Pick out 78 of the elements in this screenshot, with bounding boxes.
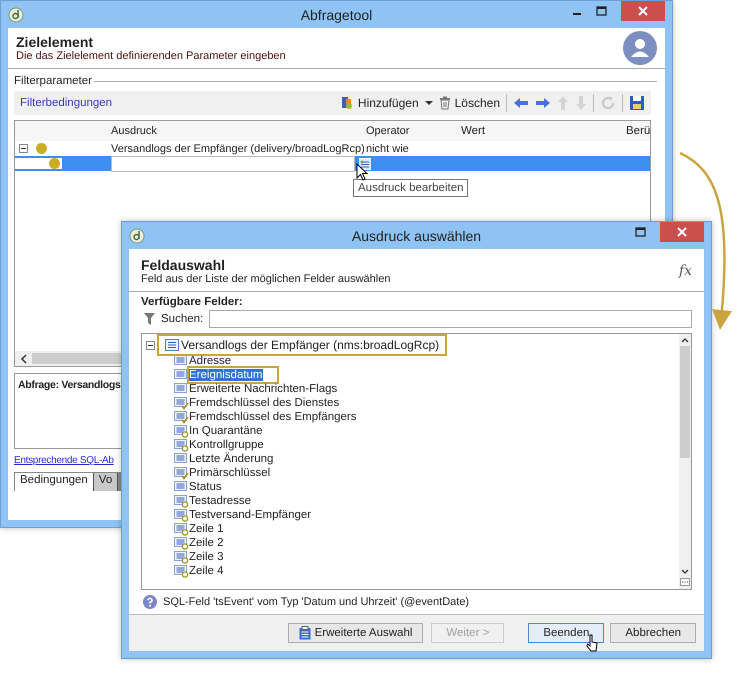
tree-item[interactable]: Zeile 2 [189, 537, 224, 549]
status-dot [49, 158, 60, 169]
add-button[interactable]: Hinzufügen [340, 96, 419, 110]
add-icon [340, 96, 354, 110]
status-text: SQL-Feld 'tsEvent' vom Typ 'Datum und Uhrzeit' (@eventDate) [163, 596, 470, 608]
dialog-title: Ausdruck auswählen [352, 228, 482, 244]
tree-item[interactable]: Erweiterte Nachrichten-Flags [189, 383, 338, 395]
tree-item[interactable]: Testadresse [189, 495, 252, 507]
more-icon[interactable] [680, 578, 690, 586]
search-field[interactable] [209, 310, 692, 328]
close-icon [638, 6, 648, 16]
close-icon [677, 227, 687, 237]
table-cell-text: nicht wie [366, 142, 410, 154]
scrollbar-thumb[interactable] [680, 346, 690, 458]
column-header[interactable]: Operator [366, 125, 461, 137]
app-icon [129, 228, 145, 244]
fields-label: Verfügbare Felder: [141, 296, 244, 308]
expression-input[interactable] [111, 156, 355, 172]
right-arrow-icon[interactable] [535, 97, 551, 109]
tree-item[interactable]: Status [189, 481, 222, 493]
function-label: fx [678, 263, 692, 279]
collapse-icon[interactable] [19, 144, 28, 153]
caret-icon[interactable] [424, 100, 433, 106]
tab[interactable]: Vo [94, 473, 118, 491]
header-subtitle: Feld aus der Liste der möglichen Felder auswählen [141, 273, 390, 285]
tree-item[interactable]: Adresse [189, 355, 232, 367]
tree-item[interactable]: Kontrollgruppe [189, 439, 264, 451]
tree-item[interactable]: Fremdschlüssel des Empfängers [189, 411, 356, 423]
tree-item[interactable]: Zeile 4 [189, 565, 224, 577]
maximize-icon[interactable] [596, 6, 607, 16]
close-button[interactable] [621, 1, 665, 21]
trash-icon [438, 96, 451, 110]
header-subtitle: Die das Zielelement definierenden Parameter eingeben [16, 50, 286, 62]
tree-item[interactable]: Fremdschlüssel des Dienstes [189, 397, 340, 409]
header-title: Feldauswahl [141, 257, 226, 273]
collapse-icon[interactable] [146, 340, 155, 350]
dialog-button[interactable]: Erweiterte Auswahl [288, 623, 424, 643]
tree-item[interactable]: Zeile 3 [189, 551, 224, 563]
search-label: Suchen: [161, 313, 204, 325]
table-cell: Versandlogs der Empfänger (delivery/broadLogRcp) [111, 142, 366, 154]
scroll-down-icon[interactable] [681, 569, 689, 575]
section-label: Filterparameter [14, 75, 92, 87]
status-dot [36, 143, 47, 154]
save-icon[interactable] [629, 95, 645, 111]
left-arrow-icon[interactable] [513, 97, 529, 109]
close-button[interactable] [660, 222, 704, 242]
window-title: Abfragetool [300, 6, 372, 22]
filter-icon [144, 313, 155, 325]
help-icon [143, 595, 157, 609]
scroll-left-icon[interactable] [20, 354, 28, 364]
filter-tab[interactable]: Filterbedingungen [20, 97, 112, 109]
cursor-icon [356, 163, 368, 181]
maximize-icon[interactable] [635, 227, 646, 237]
clipboard-icon [298, 626, 311, 640]
header-title: Zielelement [16, 34, 94, 50]
edit-expression-icon[interactable] [359, 158, 371, 170]
app-icon [8, 7, 24, 23]
query-label: Abfrage: Versandlogs [18, 379, 121, 391]
column-header[interactable]: Wert [461, 125, 626, 137]
tooltip: Ausdruck bearbeiten [353, 179, 468, 197]
tree-item[interactable]: Versandlogs der Empfänger (nms:broadLogRcp) [157, 334, 448, 356]
column-header[interactable]: Ausdruck [111, 125, 366, 137]
tree-item[interactable]: Letzte Änderung [189, 453, 274, 465]
tree-item[interactable]: Primärschlüssel [189, 467, 270, 479]
sql-link[interactable]: Entsprechende SQL-Ab [14, 455, 114, 466]
tree-item[interactable]: Testversand-Empfänger [189, 509, 312, 521]
tree-item[interactable]: Ereignisdatum [187, 366, 279, 384]
tree-item[interactable]: In Quarantäne [189, 425, 263, 437]
dialog-button[interactable]: Abbrechen [610, 623, 696, 643]
scrollbar-thumb[interactable] [32, 353, 122, 364]
tab[interactable]: Bedingungen [15, 473, 94, 491]
scroll-up-icon[interactable] [681, 337, 689, 343]
avatar-icon [623, 31, 657, 65]
dialog-button[interactable]: Beenden [528, 623, 604, 643]
tree-item[interactable]: Zeile 1 [189, 523, 224, 535]
delete-button[interactable]: Löschen [438, 96, 500, 110]
list-icon [165, 339, 179, 351]
column-header[interactable]: Berü [626, 125, 652, 137]
